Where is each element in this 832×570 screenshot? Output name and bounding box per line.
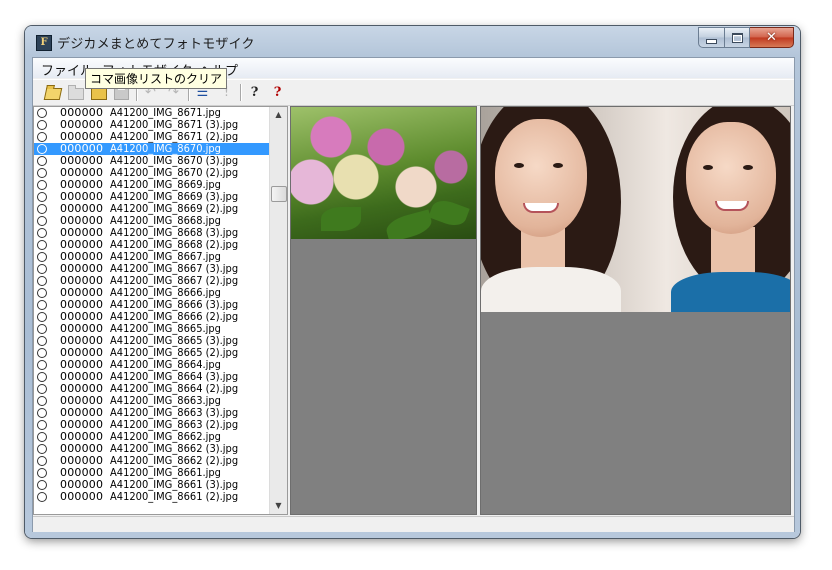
neck-shape [711,227,755,277]
radio-icon[interactable] [37,108,47,118]
radio-icon[interactable] [37,228,47,238]
open-button[interactable] [43,83,62,102]
smile-shape [715,201,749,211]
leaf-shape [383,209,435,239]
radio-icon[interactable] [37,372,47,382]
radio-icon[interactable] [37,216,47,226]
app-icon[interactable]: F [36,35,52,51]
image-list-panel[interactable]: 000000 A41200_IMG_8671.jpg 000000 A41200_IM… [33,106,288,515]
folder-icon [90,85,107,100]
about-help-icon: ? [273,85,282,100]
title-bar[interactable]: F デジカメまとめてフォトモザイク ✕ [25,26,800,57]
radio-icon[interactable] [37,168,47,178]
minimize-button[interactable] [698,27,725,48]
smile-shape [523,203,559,213]
radio-icon[interactable] [37,264,47,274]
list-item[interactable]: 000000 A41200_IMG_8661 (2).jpg [34,491,269,503]
radio-icon[interactable] [37,180,47,190]
face-shape [686,122,776,234]
portrait-photo [481,107,790,312]
radio-icon[interactable] [37,156,47,166]
about-button[interactable]: ? [268,83,287,102]
radio-icon[interactable] [37,336,47,346]
radio-icon[interactable] [37,492,47,502]
list-item-number: 000000 [60,490,104,503]
target-image-pane[interactable] [480,106,791,515]
list-item-filename: A41200_IMG_8661 (2).jpg [110,490,239,503]
radio-icon[interactable] [37,432,47,442]
close-button[interactable]: ✕ [750,27,794,48]
radio-icon[interactable] [37,240,47,250]
scroll-up-arrow-icon[interactable]: ▲ [270,107,287,123]
radio-icon[interactable] [37,252,47,262]
radio-icon[interactable] [37,312,47,322]
help-icon: ? [250,85,259,100]
radio-icon[interactable] [37,384,47,394]
radio-icon[interactable] [37,480,47,490]
app-window: F デジカメまとめてフォトモザイク ✕ ファイル フォトモザイク ヘルプ ↶ ↷… [25,26,800,538]
scroll-down-arrow-icon[interactable]: ▼ [270,498,287,514]
hydrangea-photo [291,107,476,239]
radio-icon[interactable] [37,360,47,370]
folder-open-icon [43,88,62,100]
radio-icon[interactable] [37,144,47,154]
leaf-shape [321,207,361,231]
vertical-scrollbar[interactable]: ▲ ▼ [269,107,287,514]
radio-icon[interactable] [37,276,47,286]
radio-icon[interactable] [37,348,47,358]
close-icon: ✕ [766,30,777,45]
radio-icon[interactable] [37,132,47,142]
shirt-shape [481,267,621,312]
radio-icon[interactable] [37,324,47,334]
eye-shape [553,163,563,168]
client-area: ファイル フォトモザイク ヘルプ ↶ ↷ ☰ ! ? ? 000000A4120… [32,57,795,532]
eye-shape [703,165,713,170]
image-list: 000000 A41200_IMG_8671.jpg 000000 A41200_IM… [34,107,269,503]
maximize-icon [731,32,743,43]
radio-icon[interactable] [37,444,47,454]
radio-icon[interactable] [37,408,47,418]
radio-icon[interactable] [37,420,47,430]
radio-icon[interactable] [37,396,47,406]
radio-icon[interactable] [37,300,47,310]
scrollbar-thumb[interactable] [271,186,287,202]
radio-icon[interactable] [37,192,47,202]
maximize-button[interactable] [725,27,750,48]
leaf-shape [428,196,470,230]
shirt-shape [671,272,790,312]
window-title: デジカメまとめてフォトモザイク [57,37,255,52]
image-folder-icon [67,85,84,100]
tooltip: コマ画像リストのクリア [85,68,228,89]
radio-icon[interactable] [37,456,47,466]
radio-icon[interactable] [37,120,47,130]
caption-buttons: ✕ [698,27,794,48]
minimize-icon [706,38,717,44]
help-button[interactable]: ? [245,83,264,102]
toolbar-separator [240,84,242,101]
eye-shape [743,165,753,170]
eye-shape [514,163,524,168]
radio-icon[interactable] [37,288,47,298]
face-shape [495,119,587,237]
tile-preview-pane[interactable] [290,106,477,515]
radio-icon[interactable] [37,468,47,478]
status-bar [33,516,794,532]
open-image-button[interactable] [66,83,85,102]
radio-icon[interactable] [37,204,47,214]
